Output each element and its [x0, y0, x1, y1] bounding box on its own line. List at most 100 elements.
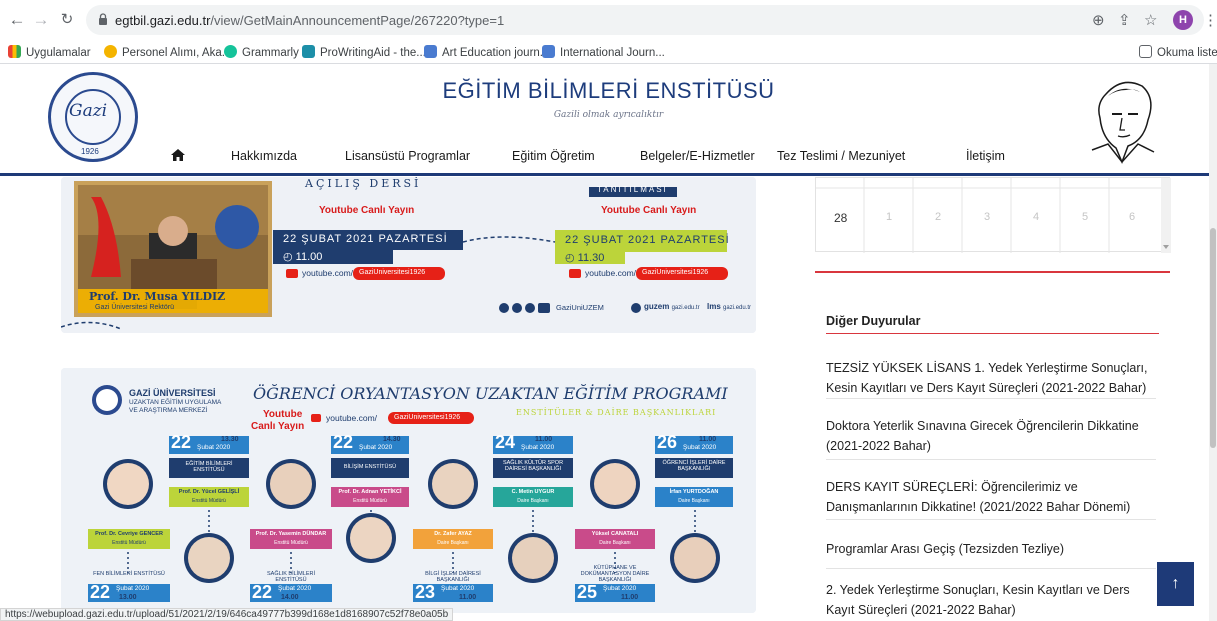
- calendar-day[interactable]: 5: [1082, 211, 1088, 223]
- lock-icon[interactable]: [98, 13, 108, 26]
- poster2-top-event3-name: C. Metin UYGUR: [511, 489, 555, 495]
- bookmark-label: Uygulamalar: [26, 47, 91, 59]
- bookmark-apps[interactable]: Uygulamalar: [8, 45, 91, 59]
- poster2-bottom-event1-role: Enstitü Müdürü: [112, 540, 146, 546]
- announcement-link[interactable]: TEZSİZ YÜKSEK LİSANS 1. Yedek Yerleştirm…: [826, 358, 1166, 398]
- ataturk-portrait-image: [1091, 81, 1155, 165]
- poster2-live-line2: Canlı Yayın: [251, 421, 305, 432]
- poster2-yt-channel: GaziUniversitesi1926: [394, 414, 461, 421]
- menu-education[interactable]: Eğitim Öğretim: [512, 149, 595, 163]
- poster2-top-event1-name: Prof. Dr. Yücel GELİŞLİ: [178, 489, 240, 495]
- announcement-link[interactable]: Doktora Yeterlik Sınavına Girecek Öğrenc…: [826, 416, 1166, 456]
- divider: [826, 398, 1156, 399]
- poster1-footer-lms-label: lms: [707, 302, 721, 311]
- calendar-day[interactable]: 2: [935, 211, 941, 223]
- poster2-bottom-event4-unit: KÜTÜPHANE VE DOKÜMANTASYON DAİRE BAŞKANL…: [580, 565, 650, 583]
- poster1-footer-guzem-domain: gazi.edu.tr: [671, 305, 700, 311]
- announcement-poster-opening-lecture[interactable]: AÇILIŞ DERSİ TANITILMASI Youtube Canlı Y…: [61, 177, 756, 333]
- bookmarks-bar: Uygulamalar Personel Alımı, Aka... Gramm…: [0, 40, 1217, 64]
- forward-arrow-icon[interactable]: →: [30, 9, 52, 31]
- poster2-subtitle: ENSTİTÜLER & DAİRE BAŞKANLIKLARI: [516, 408, 717, 417]
- site-motto: Gazili olmak ayrıcalıktır: [553, 110, 664, 120]
- calendar-day[interactable]: 4: [1033, 211, 1039, 223]
- url-text[interactable]: egtbil.gazi.edu.tr/view/GetMainAnnouncem…: [115, 13, 504, 28]
- personel-site-icon: [104, 45, 117, 58]
- home-icon[interactable]: [170, 148, 186, 162]
- poster2-top-event2-month: Şubat 2020: [359, 444, 393, 451]
- poster2-top-event2-time: 14.30: [383, 436, 401, 443]
- reading-list-button[interactable]: Okuma listesi: [1139, 45, 1217, 59]
- divider: [826, 519, 1156, 520]
- menu-graduate-programs[interactable]: Lisansüstü Programlar: [345, 149, 470, 163]
- bookmark-prowritingaid[interactable]: ProWritingAid - the...: [302, 45, 426, 59]
- poster2-top-event3-role: Daire Başkanı: [517, 498, 549, 504]
- poster2-top-event4-time: 11.00: [699, 436, 717, 443]
- poster1-person-role: Gazi Üniversitesi Rektörü: [95, 304, 174, 311]
- poster2-bottom-event4-name: Yüksel CANATALI: [591, 531, 639, 537]
- url-host: egtbil.gazi.edu.tr: [115, 13, 211, 28]
- poster2-bottom-event1-day: 22: [90, 582, 111, 602]
- poster2-bottom-event3-role: Daire Başkanı: [437, 540, 469, 546]
- poster1-footer-lms-domain: gazi.edu.tr: [723, 305, 752, 311]
- page-scrollbar-thumb[interactable]: [1210, 228, 1216, 448]
- bookmark-art-education[interactable]: Art Education journ...: [424, 45, 549, 59]
- poster1-footer-guzem: guzem gazi.edu.tr: [644, 302, 700, 311]
- bookmark-personel[interactable]: Personel Alımı, Aka...: [104, 45, 231, 59]
- poster2-live-line1: Youtube: [263, 409, 303, 420]
- arrow-up-icon: ↑: [1171, 575, 1180, 592]
- poster2-top-event1-month: Şubat 2020: [197, 444, 231, 451]
- poster2-org-line1: GAZİ ÜNİVERSİTESİ: [129, 388, 216, 398]
- poster1-heading-right: TANITILMASI: [597, 185, 668, 194]
- poster1-person-name: Prof. Dr. Musa YILDIZ: [89, 290, 226, 303]
- poster2-bottom-event3-month: Şubat 2020: [441, 585, 475, 592]
- calendar-day[interactable]: 6: [1129, 211, 1135, 223]
- poster2-bottom-event3-time: 11.00: [459, 594, 477, 601]
- bookmark-label: Grammarly: [242, 47, 299, 59]
- back-arrow-icon[interactable]: ←: [6, 9, 28, 31]
- poster2-top-event3-day: 24: [495, 432, 516, 452]
- announcement-poster-orientation[interactable]: GAZİ ÜNİVERSİTESİ UZAKTAN EĞİTİM UYGULAM…: [61, 368, 756, 613]
- poster1-live-left: Youtube Canlı Yayın: [319, 205, 415, 216]
- bookmark-grammarly[interactable]: Grammarly: [224, 45, 299, 59]
- calendar-day[interactable]: 28: [834, 211, 847, 225]
- poster1-heading-left: AÇILIŞ DERSİ: [305, 177, 422, 190]
- poster1-yt-url-right: youtube.com/: [585, 268, 637, 278]
- poster2-bottom-event4-month: Şubat 2020: [603, 585, 637, 592]
- calendar-day[interactable]: 3: [984, 211, 990, 223]
- menu-contact[interactable]: İletişim: [966, 149, 1005, 163]
- announcement-link[interactable]: 2. Yedek Yerleştirme Sonuçları, Kesin Ka…: [826, 580, 1156, 620]
- poster1-time-left: ◴ 11.00: [283, 251, 323, 263]
- reload-icon[interactable]: ↻: [56, 9, 78, 31]
- profile-avatar[interactable]: H: [1173, 10, 1193, 30]
- poster2-bottom-event2-time: 14.00: [281, 594, 299, 601]
- menu-thesis-graduation[interactable]: Tez Teslimi / Mezuniyet: [777, 149, 905, 163]
- menu-about[interactable]: Hakkımızda: [231, 149, 297, 163]
- star-icon[interactable]: ☆: [1144, 11, 1157, 29]
- bookmark-international-journal[interactable]: International Journ...: [542, 45, 665, 59]
- apps-grid-icon: [8, 45, 21, 58]
- poster2-bottom-event2-name: Prof. Dr. Yasemin DÜNDAR: [255, 531, 327, 537]
- kebab-menu-icon[interactable]: ⋮: [1203, 11, 1217, 29]
- poster2-bottom-event2-month: Şubat 2020: [278, 585, 312, 592]
- zoom-icon[interactable]: ⊕: [1092, 11, 1105, 29]
- announcement-link[interactable]: DERS KAYIT SÜREÇLERİ: Öğrencilerimiz ve …: [826, 477, 1166, 517]
- status-bar-url: https://webupload.gazi.edu.tr/upload/51/…: [0, 608, 454, 621]
- calendar-widget: 28 1 2 3 4 5 6: [815, 177, 1171, 253]
- poster2-bottom-event1-unit: FEN BİLİMLERİ ENSTİTÜSÜ: [93, 571, 165, 577]
- share-icon[interactable]: ⇪: [1118, 11, 1131, 29]
- poster2-top-event3-unit: SAĞLIK KÜLTÜR SPOR DAİRESİ BAŞKANLIĞI: [502, 460, 564, 472]
- scroll-to-top-button[interactable]: ↑: [1157, 562, 1194, 606]
- title-underline: [826, 333, 1159, 334]
- announcement-link[interactable]: Programlar Arası Geçiş (Tezsizden Tezliy…: [826, 539, 1166, 559]
- grammarly-icon: [224, 45, 237, 58]
- logo-year: 1926: [81, 147, 99, 156]
- url-path: /view/GetMainAnnouncementPage/267220?typ…: [210, 13, 505, 28]
- menu-documents-eservices[interactable]: Belgeler/E-Hizmetler: [640, 149, 755, 163]
- calendar-day[interactable]: 1: [886, 211, 892, 223]
- browser-toolbar: ← → ↻ egtbil.gazi.edu.tr/view/GetMainAnn…: [0, 0, 1217, 40]
- poster2-top-event1-unit: EĞİTİM BİLİMLERİ ENSTİTÜSÜ: [185, 461, 233, 473]
- poster2-top-event2-role: Enstitü Müdürü: [353, 498, 387, 504]
- bookmark-label: ProWritingAid - the...: [320, 47, 426, 59]
- site-title[interactable]: EĞİTİM BİLİMLERİ ENSTİTÜSÜ: [0, 78, 1217, 104]
- poster1-yt-url-left: youtube.com/: [302, 268, 354, 278]
